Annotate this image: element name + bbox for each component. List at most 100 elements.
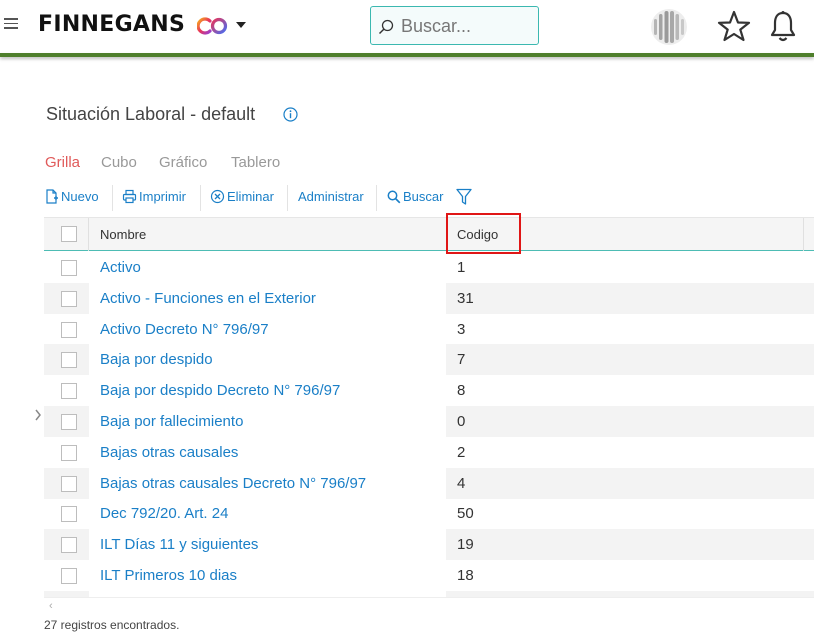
record-count: 27 registros encontrados. [44,618,180,632]
menu-icon[interactable] [4,18,18,30]
row-select-cell [44,560,89,591]
column-header-nombre[interactable]: Nombre [100,218,146,251]
filter-icon[interactable] [456,188,472,206]
toolbar-divider [376,185,377,211]
table-row[interactable]: Activo Decreto N° 796/97 3 [44,314,814,345]
row-select-cell [44,344,89,375]
print-button-label: Imprimir [139,189,186,204]
global-search[interactable] [370,6,539,45]
row-stripe [446,560,814,591]
search-button[interactable]: Buscar [387,189,443,204]
row-checkbox[interactable] [61,260,77,276]
horizontal-scrollbar[interactable]: ‹ [44,597,814,613]
row-code: 19 [457,536,474,553]
toolbar-divider [287,185,288,211]
row-name-link[interactable]: Baja por despido Decreto N° 796/97 [100,382,340,399]
row-checkbox[interactable] [61,383,77,399]
row-code: 18 [457,567,474,584]
table-row[interactable]: Activo - Funciones en el Exterior 31 [44,283,814,314]
table-row[interactable]: Baja por fallecimiento 0 [44,406,814,437]
table-row[interactable]: ILT Primeros 10 dias 18 [44,560,814,591]
row-name-link[interactable]: Bajas otras causales [100,444,238,461]
row-select-cell [44,529,89,560]
row-select-cell [44,406,89,437]
table-row[interactable]: Baja por despido Decreto N° 796/97 8 [44,375,814,406]
scroll-left-icon[interactable]: ‹ [49,600,53,612]
column-divider [88,218,89,251]
row-select-cell [44,437,89,468]
tab-grilla[interactable]: Grilla [45,154,80,171]
row-checkbox[interactable] [61,445,77,461]
row-code: 31 [457,290,474,307]
row-checkbox[interactable] [61,476,77,492]
new-button-label: Nuevo [61,189,99,204]
row-stripe [446,314,814,345]
row-select-cell [44,375,89,406]
row-stripe [446,498,814,529]
row-stripe [446,437,814,468]
toolbar-divider [200,185,201,211]
printer-icon [122,189,137,204]
row-name-link[interactable]: Activo Decreto N° 796/97 [100,321,269,338]
tab-tablero[interactable]: Tablero [231,154,280,171]
delete-icon [210,189,225,204]
new-document-icon [46,189,58,204]
page-title: Situación Laboral - default [46,104,256,124]
row-select-cell [44,468,89,499]
brand-logo-icon [197,17,228,35]
brand-dropdown-icon[interactable] [236,22,246,28]
star-icon[interactable] [717,10,751,42]
row-checkbox[interactable] [61,537,77,553]
row-checkbox[interactable] [61,322,77,338]
row-select-cell [44,314,89,345]
search-input[interactable] [401,15,531,37]
row-code: 2 [457,444,466,461]
row-select-cell [44,498,89,529]
delete-button[interactable]: Eliminar [210,189,274,204]
row-checkbox[interactable] [61,414,77,430]
row-name-link[interactable]: Activo - Funciones en el Exterior [100,290,316,307]
table-row[interactable]: ILT Días 11 y siguientes 19 [44,529,814,560]
row-checkbox[interactable] [61,291,77,307]
table-row[interactable]: Activo 1 [44,252,814,283]
row-checkbox[interactable] [61,352,77,368]
top-bar: FINNEGANS [0,0,814,54]
row-code: 50 [457,505,474,522]
row-code: 0 [457,413,466,430]
row-name-link[interactable]: Activo [100,259,141,276]
toolbar-divider [112,185,113,211]
avatar[interactable] [650,8,688,46]
new-button[interactable]: Nuevo [44,189,99,204]
row-name-link[interactable]: Dec 792/20. Art. 24 [100,505,228,522]
data-grid: Nombre Codigo Activo 1 Activo - Funcione… [44,217,814,613]
row-stripe [446,529,814,560]
tab-grafico[interactable]: Gráfico [159,154,207,171]
table-row[interactable]: Bajas otras causales 2 [44,437,814,468]
table-row[interactable]: Baja por despido 7 [44,344,814,375]
row-name-link[interactable]: Baja por fallecimiento [100,413,243,430]
row-code: 8 [457,382,466,399]
row-checkbox[interactable] [61,506,77,522]
table-row[interactable]: Bajas otras causales Decreto N° 796/97 4 [44,468,814,499]
row-name-link[interactable]: Bajas otras causales Decreto N° 796/97 [100,475,366,492]
column-divider [803,218,804,251]
row-code: 3 [457,321,466,338]
delete-button-label: Eliminar [227,189,274,204]
tab-cubo[interactable]: Cubo [101,154,137,171]
row-name-link[interactable]: Baja por despido [100,351,213,368]
row-name-link[interactable]: ILT Primeros 10 dias [100,567,237,584]
row-code: 4 [457,475,466,492]
info-icon[interactable] [283,107,298,122]
select-all-checkbox[interactable] [61,226,77,242]
manage-button[interactable]: Administrar [298,189,364,204]
row-code: 7 [457,351,466,368]
panel-expand-icon[interactable] [35,408,41,422]
table-row[interactable]: Dec 792/20. Art. 24 50 [44,498,814,529]
bell-icon[interactable] [769,10,797,43]
row-name-link[interactable]: ILT Días 11 y siguientes [100,536,258,553]
grid-header: Nombre Codigo [44,217,814,251]
brand-name: FINNEGANS [38,12,186,37]
print-button[interactable]: Imprimir [122,189,186,204]
row-stripe [446,344,814,375]
row-checkbox[interactable] [61,568,77,584]
